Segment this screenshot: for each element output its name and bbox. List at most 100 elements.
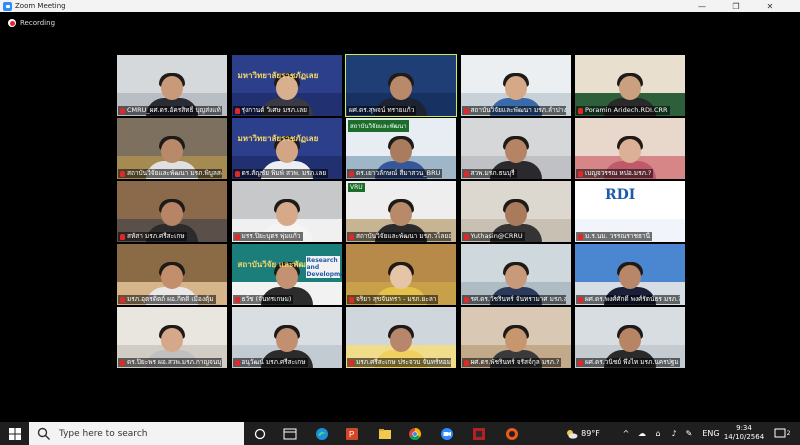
- participant-name: จริยา สุขจันทรา - มรภ.ยะลา: [356, 295, 437, 303]
- participant-head: [275, 202, 298, 226]
- participant-tile[interactable]: Yuthasin@CRRU: [460, 181, 571, 242]
- participant-head: [390, 328, 412, 352]
- app-icon: [473, 427, 485, 440]
- maximize-button[interactable]: ❐: [722, 0, 750, 12]
- participant-tile[interactable]: รศ.ดร.วัชรินทร์ จันทรามาศ มรภ.สวนสุนันทา: [460, 244, 571, 305]
- cloud-icon[interactable]: ☁: [636, 422, 648, 445]
- edge-button[interactable]: [310, 422, 334, 445]
- notification-center-button[interactable]: 2: [772, 422, 792, 445]
- participant-tile[interactable]: สหัสา มรภ.ศรีสะเกษ: [117, 181, 227, 242]
- muted-mic-icon: [234, 359, 240, 366]
- muted-mic-icon: [234, 296, 240, 303]
- browser-button[interactable]: [500, 422, 524, 445]
- file-explorer-icon: [379, 428, 391, 439]
- participant-head: [504, 139, 527, 163]
- participant-name: ผศ.ดร.สุพจน์ ทรายแก้ว: [349, 106, 415, 114]
- participant-tile[interactable]: มรภ.ศรีสะเกษ ประจวบ จันทร์หอม: [346, 307, 456, 368]
- volume-icon[interactable]: ♪: [668, 422, 680, 445]
- network-icon[interactable]: ⌂: [652, 422, 664, 445]
- research-card-text: Research and Development: [305, 256, 342, 278]
- zoom-meeting-window: Zoom Meeting — ❐ ✕ Recording CMRU_ผศ.ดร.…: [0, 0, 800, 445]
- windows-logo-icon: [8, 427, 21, 440]
- participant-tile[interactable]: มรร.ปิยะบุตร พุ่มแก้ว: [231, 181, 342, 242]
- title-bar: Zoom Meeting — ❐ ✕: [0, 0, 800, 12]
- participant-head: [619, 76, 641, 100]
- minimize-button[interactable]: —: [688, 0, 716, 12]
- recording-label: Recording: [20, 19, 56, 27]
- background-banner-text: สถาบันวิจัย และพัฒนา: [237, 260, 316, 269]
- participant-name-label: Yuthasin@CRRU: [461, 232, 525, 241]
- recording-indicator[interactable]: Recording: [8, 19, 55, 27]
- participant-name: CMRU_ผศ.ดร.อัครสิทธิ์ บุญส่งแท้: [127, 106, 221, 114]
- zoom-logo-icon: [3, 1, 12, 11]
- participant-name-label: จริยา สุขจันทรา - มรภ.ยะลา: [347, 295, 439, 304]
- participant-tile[interactable]: สถาบันวิจัยและพัฒนา มรภ.ลำปาง: [460, 55, 571, 116]
- participant-name-label: รศ.ดร.วัชรินทร์ จันทรามาศ มรภ.สวนสุนันทา: [461, 295, 566, 304]
- participant-tile[interactable]: มหาวิทยาลัยราชภัฏเลย ดร.สัญชัย พิมพ์ สวพ.…: [231, 118, 342, 179]
- participant-name-label: ผศ.ดร.วนิชย์ พึ่งไท มรภ.นครปฐม: [576, 358, 680, 367]
- muted-mic-icon: [463, 170, 469, 177]
- participant-head: [619, 328, 641, 352]
- participant-tile[interactable]: สถาบันวิจัย และพัฒนา Research and Develop…: [231, 244, 342, 305]
- muted-mic-icon: [578, 359, 583, 366]
- muted-mic-icon: [578, 233, 583, 240]
- participant-head: [504, 76, 527, 100]
- participant-tile[interactable]: มหาวิทยาลัยราชภัฏเลย รุ่งกานต์ วิเศษ มรภ.…: [231, 55, 342, 116]
- participant-tile[interactable]: ผศ.ดร.พงศ์ศักดิ์ พงศ์รัตน์ธร มรภ.?: [575, 244, 685, 305]
- participant-name-label: มรภ.ศรีสะเกษ ประจวบ จันทร์หอม: [347, 358, 451, 367]
- participant-head: [619, 265, 641, 289]
- participant-name-label: เบญจวรรณ หปอ.มรภ.?: [576, 169, 654, 178]
- participant-tile[interactable]: สวพ.มรภ.ธนบุรี: [460, 118, 571, 179]
- tray-chevron-icon[interactable]: ^: [620, 422, 632, 445]
- participant-tile[interactable]: ผศ.ดร.สุพจน์ ทรายแก้ว: [345, 54, 457, 117]
- pen-icon[interactable]: ✎: [683, 422, 695, 445]
- participant-head: [161, 139, 183, 163]
- participant-tile[interactable]: Poramin Aridech.RDI.CRR: [575, 55, 685, 116]
- participant-name-label: สถาบันวิจัยและพัฒนา มรภ.ลำปาง: [461, 106, 566, 115]
- language-indicator[interactable]: ENG: [701, 422, 721, 445]
- participant-name-label: มรร.ปิยะบุตร พุ่มแก้ว: [232, 232, 303, 241]
- background-sign-text: VRU: [348, 183, 365, 192]
- gallery-view: CMRU_ผศ.ดร.อัครสิทธิ์ บุญส่งแท้มหาวิทยาล…: [117, 54, 685, 368]
- participant-tile[interactable]: RDI ม.ร.นม. วรรณราชธานี: [575, 181, 685, 242]
- taskbar-clock[interactable]: 9:34 14/10/2564: [720, 424, 768, 442]
- participant-tile[interactable]: CMRU_ผศ.ดร.อัครสิทธิ์ บุญส่งแท้: [117, 55, 227, 116]
- participant-name: Poramin Aridech.RDI.CRR: [585, 106, 668, 114]
- participant-tile[interactable]: สถาบันวิจัยและพัฒนา ดร.เยาวลักษณ์ สีมาสวน…: [346, 118, 456, 179]
- muted-mic-icon: [578, 170, 583, 177]
- muted-mic-icon: [120, 233, 125, 240]
- participant-tile[interactable]: มรภ.อุตรดิตถ์ ผอ.กิตติ เมืองตุ้ม: [117, 244, 227, 305]
- participant-tile[interactable]: ดร.ปิยะพร ผอ.สวพ.มรภ.กาญจนบุรี: [117, 307, 227, 368]
- muted-mic-icon: [578, 107, 583, 114]
- participant-tile[interactable]: VRU สถาบันวิจัยและพัฒนา มรภ.วไลยอลงกรณ์: [346, 181, 456, 242]
- chrome-button[interactable]: [403, 422, 427, 445]
- participant-tile[interactable]: อนุวัฒน์ มรภ.ศรีสะเกษ: [231, 307, 342, 368]
- participant-tile[interactable]: จริยา สุขจันทรา - มรภ.ยะลา: [346, 244, 456, 305]
- weather-widget[interactable]: 89°F: [560, 422, 606, 445]
- participant-tile[interactable]: ผศ.ดร.วนิชย์ พึ่งไท มรภ.นครปฐม: [575, 307, 685, 368]
- participant-name: มรร.ปิยะบุตร พุ่มแก้ว: [241, 232, 301, 240]
- participant-name-label: สวพ.มรภ.ธนบุรี: [461, 169, 517, 178]
- participant-name: รศ.ดร.วัชรินทร์ จันทรามาศ มรภ.สวนสุนันทา: [470, 295, 566, 303]
- muted-mic-icon: [463, 359, 469, 366]
- zoom-button[interactable]: [435, 422, 459, 445]
- muted-mic-icon: [349, 170, 354, 177]
- participant-name-label: มรภ.อุตรดิตถ์ ผอ.กิตติ เมืองตุ้ม: [118, 295, 216, 304]
- participant-name-label: สถาบันวิจัยและพัฒนา มรภ.พิบูลสงคราม: [118, 169, 222, 178]
- start-button[interactable]: [0, 422, 29, 445]
- app-button[interactable]: [467, 422, 491, 445]
- participant-tile[interactable]: เบญจวรรณ หปอ.มรภ.?: [575, 118, 685, 179]
- participant-tile[interactable]: สถาบันวิจัยและพัฒนา มรภ.พิบูลสงคราม: [117, 118, 227, 179]
- taskbar-search[interactable]: Type here to search: [29, 422, 244, 445]
- participant-name-label: อนุวัฒน์ มรภ.ศรีสะเกษ: [232, 358, 308, 367]
- file-explorer-button[interactable]: [373, 422, 397, 445]
- powerpoint-button[interactable]: P: [340, 422, 364, 445]
- participant-tile[interactable]: ผศ.ดร.พัชรินทร์ จรัสจ์กุล มรภ.?: [460, 307, 571, 368]
- participant-head: [161, 328, 183, 352]
- participant-name-label: ดร.ปิยะพร ผอ.สวพ.มรภ.กาญจนบุรี: [118, 358, 222, 367]
- close-button[interactable]: ✕: [756, 0, 784, 12]
- task-view-button[interactable]: [280, 422, 300, 445]
- cortana-button[interactable]: [251, 422, 269, 445]
- participant-name: สหัสา มรภ.ศรีสะเกษ: [127, 232, 185, 240]
- participant-head: [619, 139, 641, 163]
